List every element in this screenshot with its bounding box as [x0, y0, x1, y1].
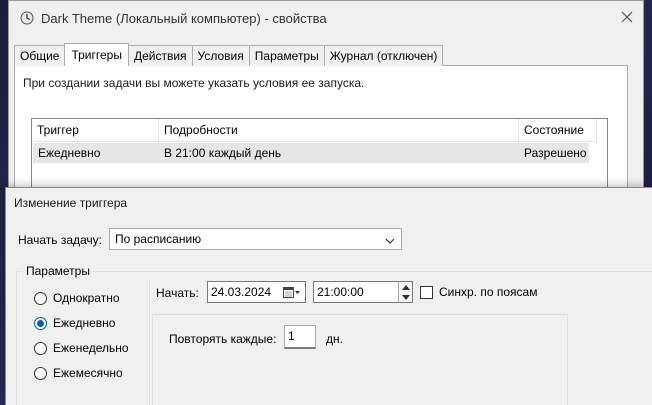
triggers-hint-text: При создании задачи вы можете указать ус…	[23, 76, 365, 90]
sync-timezones-label: Синхр. по поясам	[439, 285, 538, 299]
begin-time-input[interactable]: 21:00:00	[313, 281, 413, 303]
radio-label: Однократно	[53, 291, 120, 305]
calendar-dropdown-icon[interactable]	[283, 286, 301, 299]
tab-strip: Общие Триггеры Действия Условия Параметр…	[14, 43, 444, 66]
radio-label: Ежедневно	[53, 316, 116, 330]
tab-settings[interactable]: Параметры	[248, 45, 325, 66]
repeat-days-value: 1	[288, 329, 295, 343]
tab-general[interactable]: Общие	[14, 45, 66, 66]
radio-button[interactable]	[34, 366, 47, 380]
cell-trigger: Ежедневно	[38, 146, 101, 160]
radio-monthly[interactable]: Ежемесячно	[34, 366, 123, 380]
time-spinner[interactable]	[398, 282, 412, 302]
spin-down-icon[interactable]	[399, 292, 412, 302]
task-scheduler-clock-icon	[20, 11, 34, 25]
radio-label: Ежемесячно	[53, 366, 123, 380]
tab-actions[interactable]: Действия	[127, 45, 193, 66]
start-task-label: Начать задачу:	[18, 233, 102, 247]
begin-date-value: 24.03.2024	[211, 285, 272, 299]
column-header-details[interactable]: Подробности	[159, 119, 519, 142]
recurrence-box	[152, 314, 568, 405]
column-header-status[interactable]: Состояние	[519, 119, 597, 142]
start-task-value: По расписанию	[115, 232, 202, 246]
repeat-days-input[interactable]: 1	[284, 325, 316, 349]
dialog-title: Изменение триггера	[14, 196, 128, 210]
tab-history[interactable]: Журнал (отключен)	[323, 45, 444, 66]
start-task-select[interactable]: По расписанию	[109, 228, 402, 250]
repeat-every-label: Повторять каждые:	[169, 332, 277, 346]
radio-weekly[interactable]: Еженедельно	[34, 341, 129, 355]
close-button[interactable]	[615, 8, 639, 28]
radio-label: Еженедельно	[53, 341, 129, 355]
close-icon	[621, 11, 633, 26]
tab-triggers[interactable]: Триггеры	[64, 43, 129, 66]
edit-trigger-dialog: Изменение триггера Начать задачу: По рас…	[5, 187, 652, 405]
chevron-down-icon	[384, 233, 396, 245]
column-header-trigger[interactable]: Триггер	[32, 119, 159, 142]
cell-details: В 21:00 каждый день	[164, 146, 282, 160]
cell-status: Разрешено	[524, 146, 587, 160]
radio-once[interactable]: Однократно	[34, 291, 120, 305]
radio-daily[interactable]: Ежедневно	[34, 316, 115, 330]
spin-up-icon[interactable]	[399, 282, 412, 292]
sync-timezones-checkbox[interactable]: Синхр. по поясам	[420, 285, 537, 299]
radio-button-selected[interactable]	[34, 316, 47, 330]
properties-titlebar: Dark Theme (Локальный компьютер) - свойс…	[9, 1, 643, 35]
schedule-divider	[149, 280, 150, 405]
table-row[interactable]: Ежедневно В 21:00 каждый день Разрешено	[33, 143, 589, 163]
window-title: Dark Theme (Локальный компьютер) - свойс…	[41, 11, 327, 26]
begin-date-picker[interactable]: 24.03.2024	[207, 281, 306, 303]
begin-time-value: 21:00:00	[317, 285, 364, 299]
checkbox[interactable]	[420, 285, 433, 299]
radio-button[interactable]	[34, 341, 47, 355]
repeat-unit-label: дн.	[326, 332, 343, 346]
tab-conditions[interactable]: Условия	[191, 45, 250, 66]
radio-button[interactable]	[34, 291, 47, 305]
parameters-legend: Параметры	[23, 264, 93, 278]
begin-label: Начать:	[156, 286, 199, 300]
